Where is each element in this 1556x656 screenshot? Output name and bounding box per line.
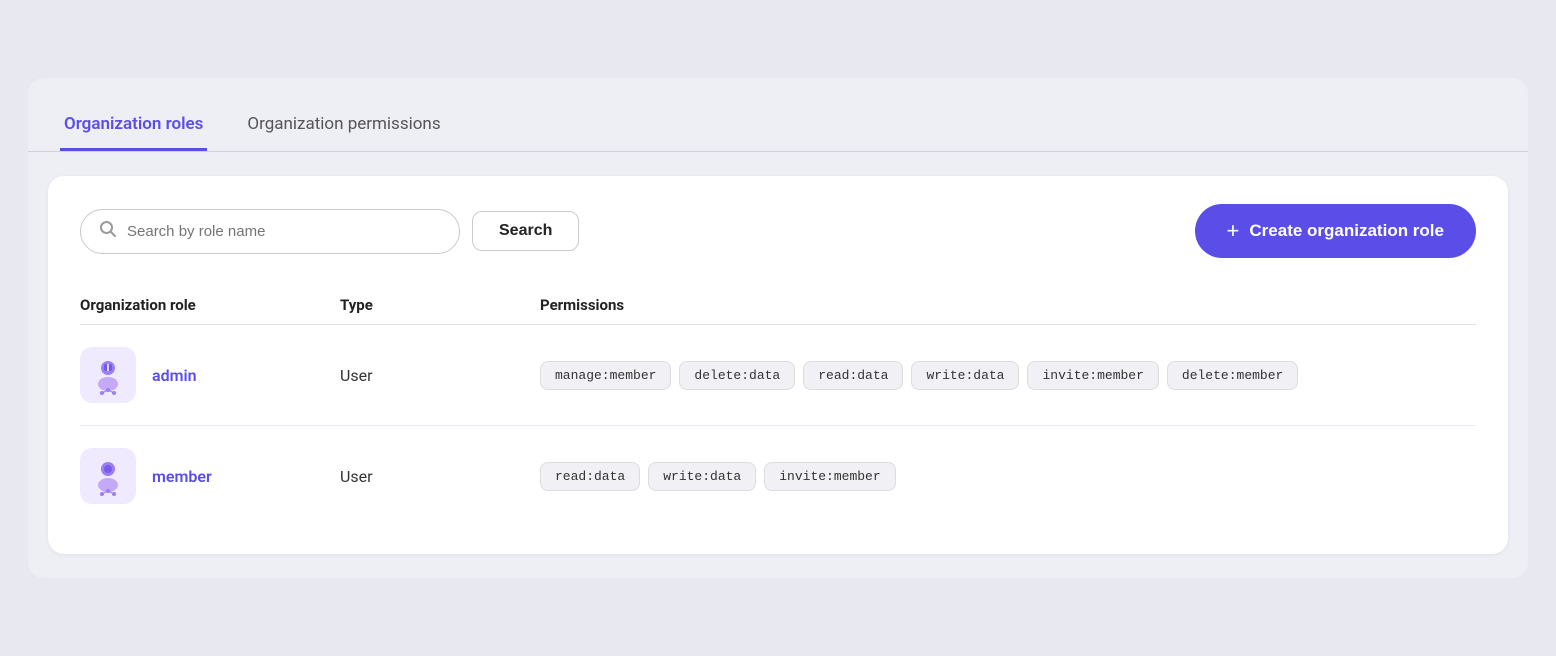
- perm-badge: delete:member: [1167, 361, 1298, 390]
- role-name-admin[interactable]: admin: [152, 366, 197, 385]
- table-row: admin User manage:member delete:data rea…: [80, 325, 1476, 426]
- role-cell-member: member: [80, 448, 340, 504]
- avatar-member: [80, 448, 136, 504]
- type-cell-member: User: [340, 467, 540, 486]
- content-card: Search + Create organization role Organi…: [48, 176, 1508, 554]
- avatar-admin: [80, 347, 136, 403]
- role-name-member[interactable]: member: [152, 467, 212, 486]
- perm-badge: delete:data: [679, 361, 795, 390]
- create-button-label: Create organization role: [1249, 221, 1444, 241]
- table-row: member User read:data write:data invite:…: [80, 426, 1476, 526]
- perm-badge: read:data: [540, 462, 640, 491]
- tab-organization-roles[interactable]: Organization roles: [60, 102, 207, 151]
- role-cell-admin: admin: [80, 347, 340, 403]
- col-header-permissions: Permissions: [540, 296, 1476, 314]
- table-header: Organization role Type Permissions: [80, 286, 1476, 325]
- plus-icon: +: [1227, 218, 1240, 244]
- search-input-wrapper[interactable]: [80, 209, 460, 254]
- perm-badge: read:data: [803, 361, 903, 390]
- perm-badge: invite:member: [764, 462, 895, 491]
- permissions-cell-member: read:data write:data invite:member: [540, 462, 1476, 491]
- search-icon: [99, 220, 117, 243]
- permissions-cell-admin: manage:member delete:data read:data writ…: [540, 361, 1476, 390]
- perm-badge: write:data: [648, 462, 756, 491]
- col-header-type: Type: [340, 296, 540, 314]
- search-button[interactable]: Search: [472, 211, 579, 251]
- page-wrapper: Organization roles Organization permissi…: [28, 78, 1528, 578]
- perm-badge: invite:member: [1027, 361, 1158, 390]
- tab-organization-permissions[interactable]: Organization permissions: [243, 102, 444, 151]
- create-organization-role-button[interactable]: + Create organization role: [1195, 204, 1476, 258]
- col-header-role: Organization role: [80, 296, 340, 314]
- search-row: Search + Create organization role: [80, 204, 1476, 258]
- type-cell-admin: User: [340, 366, 540, 385]
- tabs-bar: Organization roles Organization permissi…: [28, 78, 1528, 152]
- search-input[interactable]: [127, 223, 441, 240]
- perm-badge: manage:member: [540, 361, 671, 390]
- perm-badge: write:data: [911, 361, 1019, 390]
